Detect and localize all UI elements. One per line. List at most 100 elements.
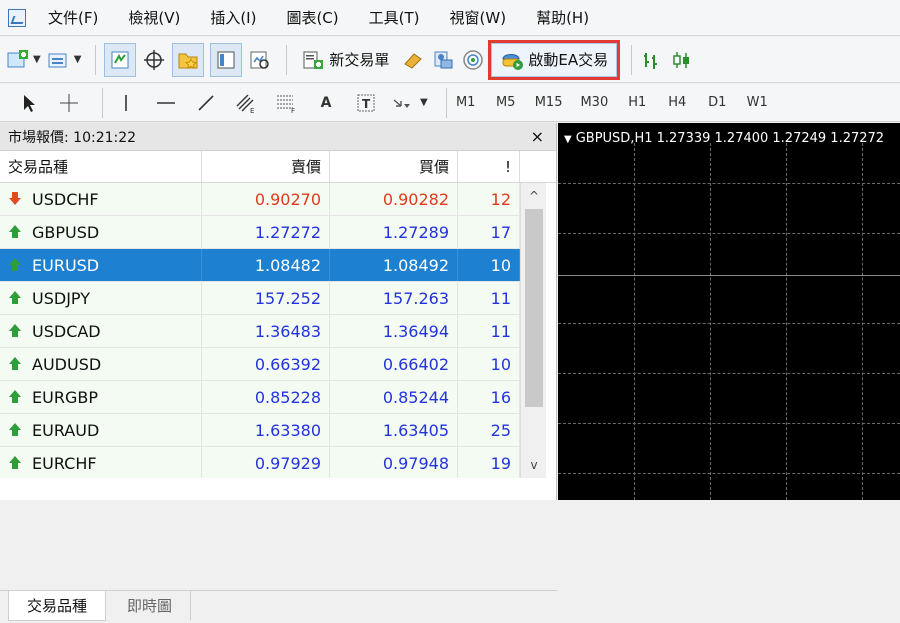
- symbol-cell[interactable]: USDCAD: [0, 315, 202, 347]
- menu-window[interactable]: 視窗(W): [450, 7, 507, 28]
- menu-charts[interactable]: 圖表(C): [286, 7, 338, 28]
- table-row[interactable]: EURUSD 1.08482 1.08492 10: [0, 249, 520, 282]
- crosshair-tool[interactable]: [54, 88, 84, 118]
- equidistant-channel-tool[interactable]: E: [231, 88, 261, 118]
- timeframe-m30[interactable]: M30: [580, 95, 608, 110]
- bar-chart-button[interactable]: [640, 43, 664, 77]
- timeframe-m15[interactable]: M15: [535, 95, 563, 110]
- svg-text:F: F: [291, 107, 295, 114]
- spread-cell: 12: [458, 183, 520, 215]
- timeframe-h4[interactable]: H4: [666, 95, 688, 110]
- symbol-cell[interactable]: USDJPY: [0, 282, 202, 314]
- vertical-scrollbar[interactable]: ^ v: [520, 183, 546, 478]
- timeframe-m5[interactable]: M5: [495, 95, 517, 110]
- menu-help[interactable]: 幫助(H): [536, 7, 589, 28]
- column-header-symbol[interactable]: 交易品種: [0, 151, 202, 182]
- table-row[interactable]: AUDUSD 0.66392 0.66402 10: [0, 348, 520, 381]
- vertical-line-tool[interactable]: [111, 88, 141, 118]
- svg-text:T: T: [362, 97, 371, 111]
- fibonacci-tool[interactable]: F: [271, 88, 301, 118]
- horizontal-line-tool[interactable]: [151, 88, 181, 118]
- arrows-tool[interactable]: ▼: [391, 88, 428, 118]
- bid-price-line: [558, 275, 900, 276]
- spread-cell: 25: [458, 414, 520, 446]
- chart-window[interactable]: ▼ GBPUSD,H1 1.27339 1.27400 1.27249 1.272…: [558, 123, 900, 500]
- chevron-down-icon[interactable]: ▼: [74, 54, 82, 65]
- table-row[interactable]: EURAUD 1.63380 1.63405 25: [0, 414, 520, 447]
- spread-cell: 11: [458, 315, 520, 347]
- ask-cell: 1.36494: [330, 315, 458, 347]
- symbol-name: AUDUSD: [32, 354, 102, 374]
- table-row[interactable]: USDCHF 0.90270 0.90282 12: [0, 183, 520, 216]
- terminal-toggle[interactable]: [210, 42, 243, 77]
- signals-button[interactable]: [461, 43, 485, 77]
- symbol-cell[interactable]: USDCHF: [0, 183, 202, 215]
- terminal-icon: [214, 49, 238, 71]
- menu-view[interactable]: 檢視(V): [128, 7, 180, 28]
- crosshair-button[interactable]: [142, 43, 166, 77]
- table-row[interactable]: GBPUSD 1.27272 1.27289 17: [0, 216, 520, 249]
- navigator-icon: [176, 49, 200, 71]
- arrow-up-icon: [8, 357, 22, 371]
- users-icon: [431, 49, 455, 71]
- chart-grid-line: [634, 143, 635, 500]
- table-row[interactable]: USDCAD 1.36483 1.36494 11: [0, 315, 520, 348]
- menu-insert[interactable]: 插入(I): [210, 7, 256, 28]
- profiles-button[interactable]: ▼: [47, 43, 82, 77]
- chevron-down-icon[interactable]: ▼: [420, 97, 428, 108]
- market-watch-toggle[interactable]: [104, 42, 137, 77]
- chart-menu-icon[interactable]: ▼: [564, 134, 572, 145]
- market-watch-title: 市場報價: 10:21:22: [8, 129, 137, 146]
- scroll-down-icon[interactable]: v: [521, 454, 547, 476]
- close-icon[interactable]: ×: [531, 127, 544, 146]
- text-icon: A: [320, 94, 332, 111]
- cursor-tool[interactable]: [14, 88, 44, 118]
- trendline-tool[interactable]: [191, 88, 221, 118]
- bid-cell: 1.63380: [202, 414, 330, 446]
- scroll-up-icon[interactable]: ^: [521, 185, 547, 207]
- toolbar-separator: [286, 44, 288, 75]
- crosshair-icon: [142, 49, 166, 71]
- strategy-tester-button[interactable]: [248, 43, 272, 77]
- start-ea-button[interactable]: 啟動EA交易: [488, 39, 621, 80]
- new-order-button[interactable]: 新交易單: [295, 43, 395, 77]
- symbol-cell[interactable]: EURCHF: [0, 447, 202, 478]
- navigator-toggle[interactable]: [172, 42, 205, 77]
- text-label-tool[interactable]: T: [351, 88, 381, 118]
- timeframe-h1[interactable]: H1: [626, 95, 648, 110]
- column-header-spread[interactable]: !: [458, 151, 520, 182]
- metaeditor-button[interactable]: [401, 43, 425, 77]
- menu-bar: 文件(F) 檢視(V) 插入(I) 圖表(C) 工具(T) 視窗(W) 幫助(H…: [0, 0, 900, 36]
- users-button[interactable]: [431, 43, 455, 77]
- scroll-thumb[interactable]: [525, 209, 543, 407]
- bid-cell: 0.97929: [202, 447, 330, 478]
- toolbar-separator: [445, 87, 447, 118]
- column-header-ask[interactable]: 買價: [330, 151, 458, 182]
- table-row[interactable]: EURCHF 0.97929 0.97948 19: [0, 447, 520, 478]
- profiles-icon: [47, 49, 71, 71]
- symbol-cell[interactable]: AUDUSD: [0, 348, 202, 380]
- timeframe-w1[interactable]: W1: [746, 95, 768, 110]
- menu-tools[interactable]: 工具(T): [369, 7, 420, 28]
- chart-title: ▼ GBPUSD,H1 1.27339 1.27400 1.27249 1.272…: [564, 131, 884, 146]
- symbol-cell[interactable]: GBPUSD: [0, 216, 202, 248]
- chart-grid-line: [786, 143, 787, 500]
- symbol-cell[interactable]: EURUSD: [0, 249, 202, 281]
- candlestick-button[interactable]: [670, 43, 694, 77]
- symbol-cell[interactable]: EURAUD: [0, 414, 202, 446]
- symbol-cell[interactable]: EURGBP: [0, 381, 202, 413]
- timeframe-m1[interactable]: M1: [455, 95, 477, 110]
- symbol-name: USDJPY: [32, 288, 90, 308]
- table-row[interactable]: EURGBP 0.85228 0.85244 16: [0, 381, 520, 414]
- ask-cell: 1.08492: [330, 249, 458, 281]
- menu-file[interactable]: 文件(F): [48, 7, 98, 28]
- spread-cell: 17: [458, 216, 520, 248]
- tab-symbols[interactable]: 交易品種: [8, 591, 107, 621]
- column-header-bid[interactable]: 賣價: [202, 151, 330, 182]
- chevron-down-icon[interactable]: ▼: [33, 54, 41, 65]
- table-row[interactable]: USDJPY 157.252 157.263 11: [0, 282, 520, 315]
- text-tool[interactable]: A: [311, 88, 341, 118]
- new-chart-button[interactable]: ▼: [6, 43, 41, 77]
- tab-tick-chart[interactable]: 即時圖: [108, 591, 192, 621]
- timeframe-d1[interactable]: D1: [706, 95, 728, 110]
